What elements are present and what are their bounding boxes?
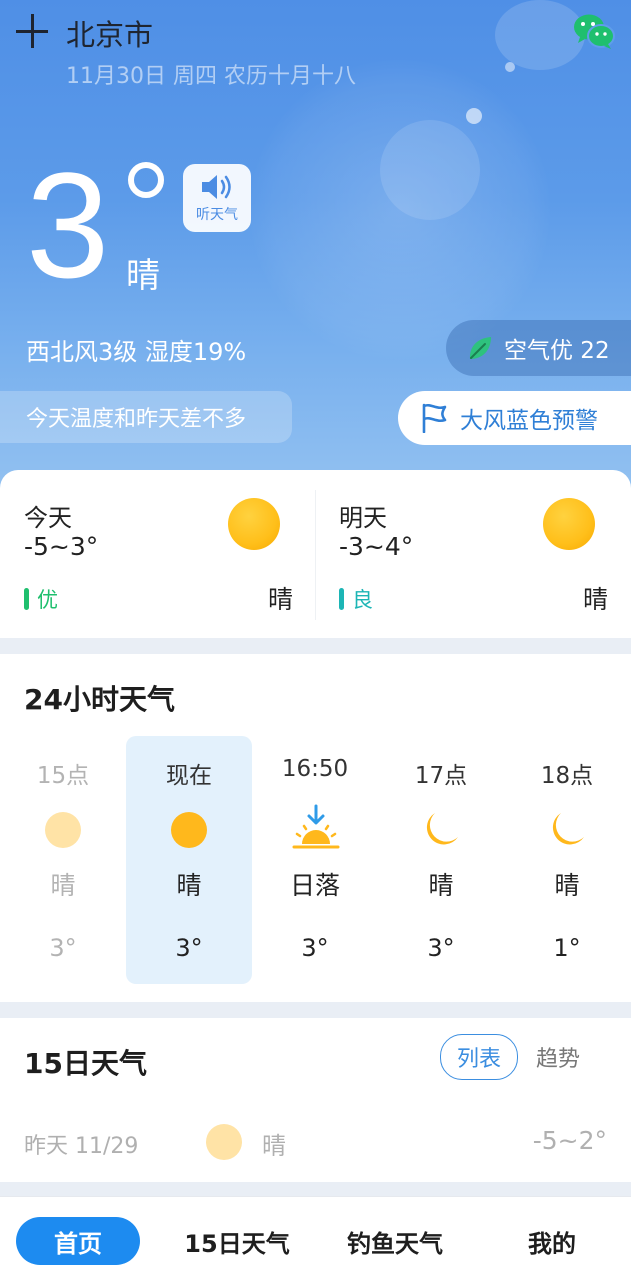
weather-warning-text: 大风蓝色预警 — [460, 408, 598, 434]
nav-fifteen-day[interactable]: 15日天气 — [172, 1217, 302, 1265]
trend-view-button[interactable]: 趋势 — [520, 1035, 596, 1079]
weather-warning-pill[interactable]: 大风蓝色预警 — [398, 391, 631, 445]
hour-condition: 晴 — [428, 871, 454, 900]
hour-temp: 3° — [175, 934, 203, 962]
day-condition: 晴 — [583, 585, 609, 614]
listen-weather-label: 听天气 — [196, 207, 238, 223]
sun-icon — [171, 812, 207, 848]
speaker-icon — [202, 175, 231, 199]
hour-time: 现在 — [166, 763, 212, 789]
lens-flare — [380, 120, 480, 220]
daily-row-date: 昨天 11/29 — [24, 1134, 139, 1159]
degree-symbol — [128, 162, 164, 198]
hour-temp: 3° — [427, 934, 455, 962]
air-quality-bar — [339, 588, 344, 610]
temperature-compare-pill: 今天温度和昨天差不多 — [0, 391, 292, 443]
hour-temp: 3° — [301, 934, 329, 962]
air-quality-level: 优 — [37, 588, 58, 612]
wind-humidity: 西北风3级 湿度19% — [26, 338, 247, 366]
daily-row-yesterday[interactable]: 昨天 11/29 晴 -5~2° — [0, 1118, 631, 1166]
hour-condition: 晴 — [554, 871, 580, 900]
air-quality-badge[interactable]: 空气优 22 — [446, 320, 631, 376]
air-quality-row: 优 — [24, 584, 58, 614]
bottom-nav: 首页 15日天气 钓鱼天气 我的 — [0, 1196, 631, 1280]
view-toggle: 列表 趋势 — [440, 1034, 596, 1080]
hour-condition: 晴 — [50, 871, 76, 900]
hour-item[interactable]: 16:50 日落 3° — [252, 736, 378, 984]
air-quality-bar — [24, 588, 29, 610]
hour-time: 18点 — [540, 763, 594, 789]
nav-home[interactable]: 首页 — [16, 1217, 140, 1265]
air-quality-level: 良 — [352, 588, 373, 612]
hourly-forecast-card: 24小时天气 15点 晴 3° 现在 晴 3° 16:50 日落 3° 17点 … — [0, 654, 631, 1002]
nav-mine[interactable]: 我的 — [500, 1217, 604, 1265]
sun-icon — [206, 1124, 242, 1160]
day-temp-range: -5~3° — [24, 532, 99, 561]
hour-item[interactable]: 15点 晴 3° — [0, 736, 126, 984]
air-quality-row: 良 — [339, 584, 373, 614]
hour-time: 16:50 — [281, 756, 349, 782]
day-condition: 晴 — [268, 585, 294, 614]
hour-time: 17点 — [414, 763, 468, 789]
leaf-icon — [469, 337, 491, 359]
flag-icon — [422, 403, 447, 433]
weather-hero: 北京市 11月30日 周四 农历十月十八 3 晴 听天气 西北风3级 湿度19%… — [0, 0, 631, 500]
wechat-icon[interactable] — [572, 12, 616, 50]
day-name: 明天 — [339, 504, 387, 532]
hour-temp: 1° — [553, 934, 581, 962]
list-view-button[interactable]: 列表 — [440, 1034, 519, 1080]
day-temp-range: -3~4° — [339, 532, 414, 561]
sun-icon — [45, 812, 81, 848]
fifteen-day-title: 15日天气 — [24, 1047, 147, 1080]
sun-icon — [543, 498, 595, 550]
listen-weather-button[interactable]: 听天气 — [183, 164, 251, 232]
add-city-icon[interactable] — [16, 12, 50, 50]
current-condition: 晴 — [126, 256, 160, 296]
two-day-card: 今天 -5~3° 优 晴 明天 -3~4° 良 晴 — [0, 470, 631, 638]
nav-fishing[interactable]: 钓鱼天气 — [330, 1217, 460, 1265]
hour-temp: 3° — [49, 934, 77, 962]
today-forecast[interactable]: 今天 -5~3° 优 晴 — [0, 470, 315, 638]
lens-flare — [466, 108, 482, 124]
fifteen-day-card: 15日天气 列表 趋势 昨天 11/29 晴 -5~2° — [0, 1018, 631, 1182]
temperature-compare-text: 今天温度和昨天差不多 — [26, 407, 247, 432]
city-name[interactable]: 北京市 — [66, 12, 153, 54]
hour-time: 15点 — [36, 763, 90, 789]
hour-item-current[interactable]: 现在 晴 3° — [126, 736, 252, 984]
sunset-icon — [292, 804, 340, 849]
sun-icon — [228, 498, 280, 550]
current-temperature: 3 — [26, 141, 110, 309]
lens-flare — [505, 62, 515, 72]
moon-icon — [552, 813, 584, 845]
daily-row-temp-range: -5~2° — [532, 1126, 607, 1155]
air-quality-text: 空气优 22 — [504, 338, 610, 364]
hour-condition: 日落 — [289, 871, 340, 900]
moon-icon — [426, 813, 458, 845]
tomorrow-forecast[interactable]: 明天 -3~4° 良 晴 — [315, 470, 631, 638]
date-line: 11月30日 周四 农历十月十八 — [66, 64, 356, 89]
day-name: 今天 — [24, 504, 72, 532]
hour-condition: 晴 — [176, 871, 202, 900]
daily-row-condition: 晴 — [262, 1132, 286, 1160]
hour-item[interactable]: 18点 晴 1° — [504, 736, 630, 984]
hourly-title: 24小时天气 — [24, 683, 175, 716]
hour-item[interactable]: 17点 晴 3° — [378, 736, 504, 984]
